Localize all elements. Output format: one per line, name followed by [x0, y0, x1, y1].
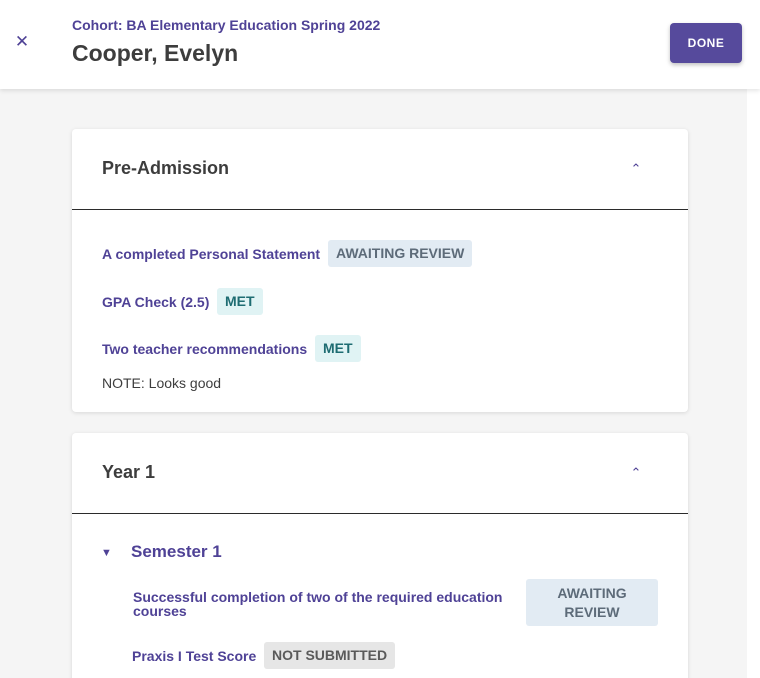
note-text: NOTE: Looks good [102, 375, 222, 391]
status-badge: AWAITING REVIEW [328, 240, 473, 267]
semester-title[interactable]: Semester 1 [131, 542, 222, 562]
year1-title: Year 1 [102, 462, 156, 482]
chevron-up-icon[interactable]: ⌃ [628, 161, 644, 177]
status-badge: MET [217, 288, 263, 315]
pre-admission-title: Pre-Admission [102, 158, 230, 178]
header-bar: ✕ Cohort: BA Elementary Education Spring… [0, 0, 760, 89]
chevron-up-icon[interactable]: ⌃ [628, 465, 644, 481]
requirement-label: Two teacher recommendations [102, 341, 308, 357]
status-badge: AWAITING REVIEW [526, 579, 658, 626]
status-badge: NOT SUBMITTED [264, 642, 396, 669]
divider [72, 513, 688, 514]
cohort-label: Cohort: BA Elementary Education Spring 2… [72, 17, 381, 33]
scrollbar-track[interactable] [747, 89, 760, 678]
requirement-label: Successful completion of two of the requ… [133, 589, 503, 619]
requirement-label: A completed Personal Statement [102, 246, 321, 262]
status-badge: MET [315, 335, 361, 362]
pre-admission-card: Pre-Admission ⌃ A completed Personal Sta… [72, 129, 688, 412]
caret-down-icon[interactable]: ▼ [101, 545, 113, 561]
year1-card: Year 1 ⌃ ▼ Semester 1 Successful complet… [72, 433, 688, 678]
divider [72, 209, 688, 210]
done-button[interactable]: DONE [670, 23, 742, 63]
requirement-label: GPA Check (2.5) [102, 294, 210, 310]
close-icon[interactable]: ✕ [13, 33, 31, 51]
student-name: Cooper, Evelyn [72, 40, 239, 66]
requirement-label: Praxis I Test Score [132, 648, 257, 664]
